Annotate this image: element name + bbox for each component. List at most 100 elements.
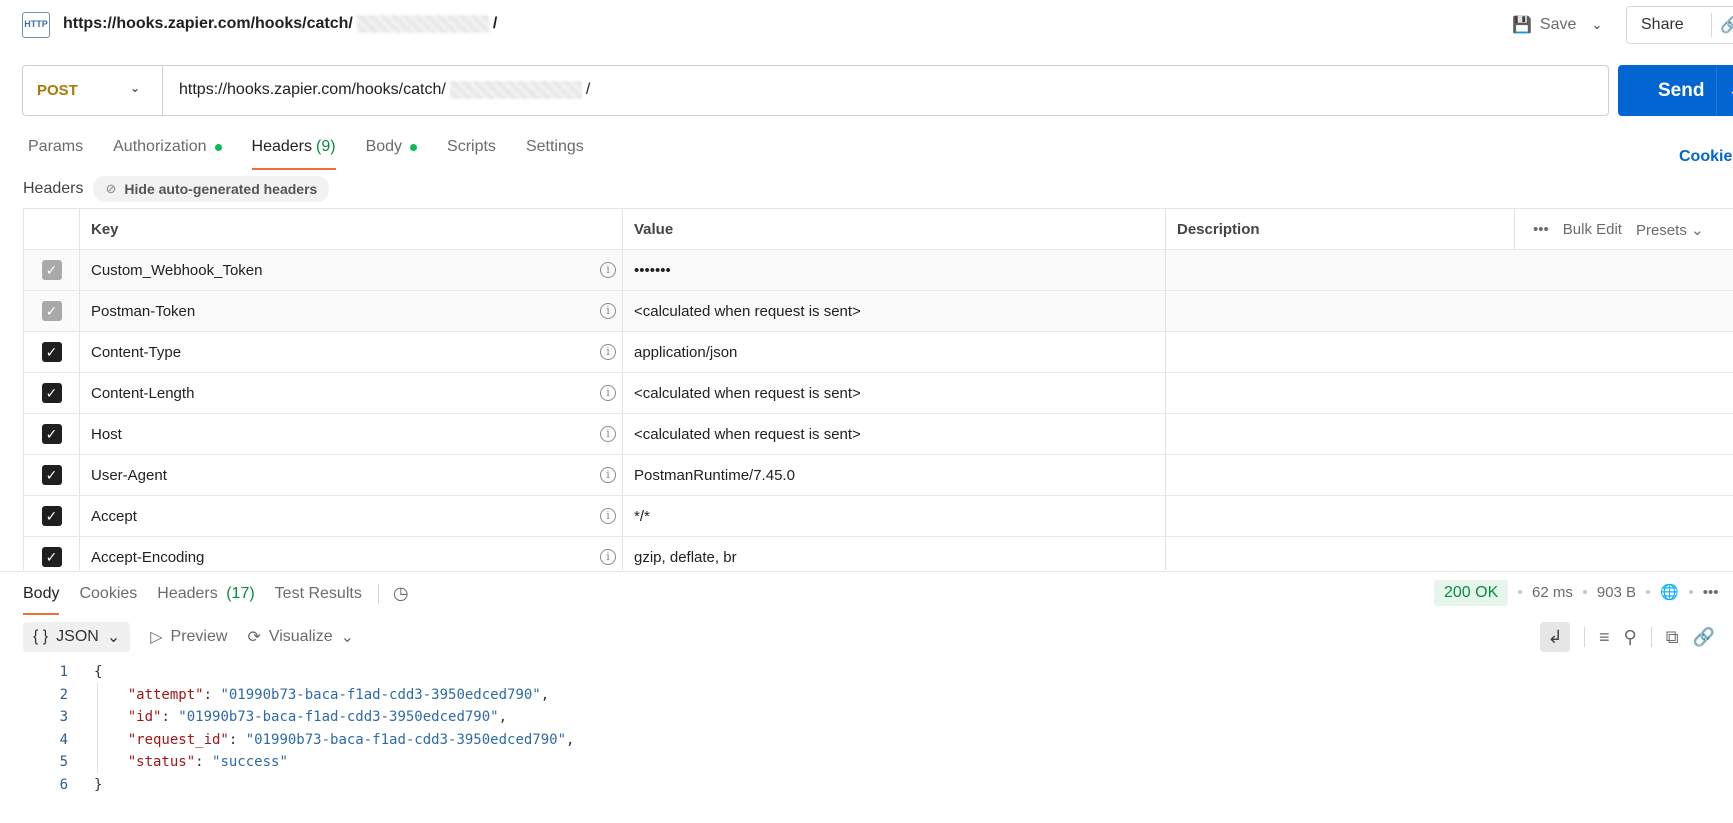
key-cell[interactable]: Custom_Webhook_Token i xyxy=(80,250,623,290)
value-cell[interactable]: <calculated when request is sent> xyxy=(623,373,1166,413)
tab-params[interactable]: Params xyxy=(28,138,83,170)
method-select[interactable]: POST ⌄ xyxy=(23,66,163,115)
value-cell[interactable]: ••••••• xyxy=(623,250,1166,290)
key-cell[interactable]: Content-Length i xyxy=(80,373,623,413)
preview-button[interactable]: ▷ Preview xyxy=(150,627,227,647)
braces-icon: { } xyxy=(33,628,49,645)
row-checkbox-cell: ✓ xyxy=(24,537,80,570)
info-icon[interactable]: i xyxy=(600,508,616,524)
copy-icon[interactable]: ⧉ xyxy=(1666,627,1679,648)
key-cell[interactable]: Accept-Encoding i xyxy=(80,537,623,570)
value-cell[interactable]: <calculated when request is sent> xyxy=(623,414,1166,454)
tab-settings[interactable]: Settings xyxy=(526,138,584,170)
network-globe-icon[interactable]: 🌐 xyxy=(1660,583,1679,601)
key-column-header: Key xyxy=(80,209,623,249)
bulk-edit-button[interactable]: Bulk Edit xyxy=(1563,221,1622,238)
key-text: Accept xyxy=(91,507,137,525)
response-tab-body[interactable]: Body xyxy=(23,585,60,615)
save-button[interactable]: 💾 Save xyxy=(1512,12,1576,38)
row-checkbox-cell: ✓ xyxy=(24,373,80,413)
cookies-link[interactable]: Cookies xyxy=(1679,148,1733,166)
info-icon[interactable]: i xyxy=(600,385,616,401)
row-checkbox-cell: ✓ xyxy=(24,455,80,495)
description-cell[interactable] xyxy=(1166,414,1733,454)
line-number: 5 xyxy=(59,754,68,771)
info-icon[interactable]: i xyxy=(600,303,616,319)
code-line: 5 "status": "success" xyxy=(40,751,574,774)
url-input[interactable]: https://hooks.zapier.com/hooks/catch/ / xyxy=(163,81,590,100)
key-cell[interactable]: Content-Type i xyxy=(80,332,623,372)
history-icon[interactable]: ◷ xyxy=(393,583,409,604)
description-cell[interactable] xyxy=(1166,455,1733,495)
tab-label: Body xyxy=(365,138,403,155)
table-row: ✓ User-Agent i PostmanRuntime/7.45.0 xyxy=(24,455,1733,496)
row-checkbox[interactable]: ✓ xyxy=(41,301,62,321)
info-icon[interactable]: i xyxy=(600,467,616,483)
row-checkbox[interactable]: ✓ xyxy=(41,342,62,362)
search-icon[interactable]: ⚲ xyxy=(1624,627,1637,648)
description-cell[interactable] xyxy=(1166,373,1733,413)
key-cell[interactable]: Accept i xyxy=(80,496,623,536)
chevron-down-icon[interactable]: ⌄ xyxy=(341,627,354,647)
value-cell[interactable]: */* xyxy=(623,496,1166,536)
description-cell[interactable] xyxy=(1166,496,1733,536)
table-row: ✓ Content-Length i <calculated when reque… xyxy=(24,373,1733,414)
link-icon[interactable]: 🔗 xyxy=(1693,627,1715,648)
row-checkbox[interactable]: ✓ xyxy=(41,424,62,444)
visualize-icon: ⟳ xyxy=(247,629,261,646)
send-button[interactable]: Send ⌄ xyxy=(1618,65,1733,116)
response-tab-cookies[interactable]: Cookies xyxy=(79,585,137,615)
hide-auto-headers-button[interactable]: ⊘ Hide auto-generated headers xyxy=(93,176,330,202)
presets-button[interactable]: Presets ⌄ xyxy=(1636,221,1704,239)
share-button[interactable]: Share 🔗 xyxy=(1626,6,1733,44)
chevron-down-icon: ⌄ xyxy=(106,629,121,646)
row-checkbox[interactable]: ✓ xyxy=(41,383,62,403)
response-tab-headers[interactable]: Headers (17) xyxy=(157,585,254,615)
send-options-chevron-icon[interactable]: ⌄ xyxy=(1717,83,1733,99)
value-cell[interactable]: PostmanRuntime/7.45.0 xyxy=(623,455,1166,495)
more-options-icon[interactable]: ••• xyxy=(1703,584,1719,601)
wrap-lines-icon[interactable]: ↲ xyxy=(1540,622,1570,652)
response-body[interactable]: 1{ 2 "attempt": "01990b73-baca-f1ad-cdd3… xyxy=(40,661,575,797)
value-cell[interactable]: <calculated when request is sent> xyxy=(623,291,1166,331)
save-options-chevron-icon[interactable]: ⌄ xyxy=(1586,14,1608,36)
key-text: Content-Type xyxy=(91,343,182,361)
row-checkbox-cell: ✓ xyxy=(24,332,80,372)
key-cell[interactable]: Postman-Token i xyxy=(80,291,623,331)
chevron-down-icon: ⌄ xyxy=(1691,221,1704,239)
tab-scripts[interactable]: Scripts xyxy=(447,138,496,170)
info-icon[interactable]: i xyxy=(600,344,616,360)
tab-label: Scripts xyxy=(447,138,496,155)
more-options-icon[interactable]: ••• xyxy=(1533,221,1549,238)
tab-authorization[interactable]: Authorization xyxy=(113,138,222,170)
tab-body[interactable]: Body xyxy=(365,138,418,170)
description-cell[interactable] xyxy=(1166,291,1733,331)
description-cell[interactable] xyxy=(1166,537,1733,570)
response-time[interactable]: 62 ms xyxy=(1532,584,1573,601)
response-tab-test-results[interactable]: Test Results xyxy=(275,585,362,615)
response-size[interactable]: 903 B xyxy=(1597,584,1636,601)
description-cell[interactable] xyxy=(1166,332,1733,372)
pane-divider[interactable] xyxy=(0,571,1733,572)
visualize-button[interactable]: ⟳ Visualize ⌄ xyxy=(247,627,354,647)
format-select[interactable]: { } JSON ⌄ xyxy=(23,622,131,652)
value-cell[interactable]: application/json xyxy=(623,332,1166,372)
link-icon[interactable]: 🔗 xyxy=(1720,15,1733,35)
description-cell[interactable] xyxy=(1166,250,1733,290)
key-cell[interactable]: User-Agent i xyxy=(80,455,623,495)
code-text: { xyxy=(94,664,103,680)
request-line: POST ⌄ https://hooks.zapier.com/hooks/ca… xyxy=(22,65,1609,116)
status-badge[interactable]: 200 OK xyxy=(1434,580,1509,606)
info-icon[interactable]: i xyxy=(600,262,616,278)
row-checkbox[interactable]: ✓ xyxy=(41,260,62,280)
filter-icon[interactable]: ≡ xyxy=(1599,627,1610,648)
value-cell[interactable]: gzip, deflate, br xyxy=(623,537,1166,570)
info-icon[interactable]: i xyxy=(600,549,616,565)
row-checkbox[interactable]: ✓ xyxy=(41,465,62,485)
tab-headers[interactable]: Headers (9) xyxy=(251,138,336,170)
info-icon[interactable]: i xyxy=(600,426,616,442)
request-title[interactable]: https://hooks.zapier.com/hooks/catch/ / xyxy=(63,15,497,33)
row-checkbox[interactable]: ✓ xyxy=(41,547,62,567)
key-cell[interactable]: Host i xyxy=(80,414,623,454)
row-checkbox[interactable]: ✓ xyxy=(41,506,62,526)
